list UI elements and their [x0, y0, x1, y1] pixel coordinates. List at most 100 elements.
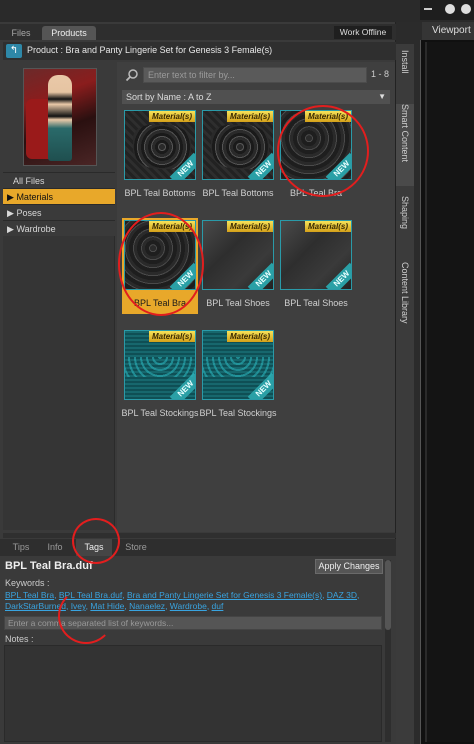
filter-input[interactable]	[143, 67, 367, 83]
new-badge: NEW	[247, 262, 273, 289]
tab-files[interactable]: Files	[4, 26, 38, 40]
tile-image: Material(s) NEW	[202, 110, 274, 180]
bottom-tabs: Tips Info Tags Store	[0, 539, 396, 556]
category-label: Poses	[16, 208, 42, 218]
file-name: BPL Teal Bra.duf	[5, 560, 93, 572]
tile-image: Material(s) NEW	[124, 220, 196, 290]
material-badge: Material(s)	[148, 221, 195, 232]
tile-label: BPL Teal Bottoms	[124, 188, 196, 198]
category-label: Wardrobe	[16, 224, 56, 234]
pane-splitter[interactable]	[3, 533, 396, 538]
side-tab-install[interactable]: Install	[396, 50, 414, 96]
sort-dropdown[interactable]: Sort by Name : A to Z ▼	[122, 90, 390, 104]
keyword-link[interactable]: Ivey	[71, 601, 86, 611]
tab-store[interactable]: Store	[118, 539, 154, 556]
keywords-list: BPL Teal Bra, BPL Teal Bra.duf, Bra and …	[5, 590, 360, 611]
tile-label: BPL Teal Shoes	[284, 298, 348, 308]
tile-image: Material(s) NEW	[124, 110, 196, 180]
content-tile[interactable]: Material(s) NEW BPL Teal Bottoms	[122, 108, 198, 204]
panel-tabs: Files Products Work Offline	[0, 24, 396, 40]
tab-tags[interactable]: Tags	[76, 539, 112, 556]
notes-field[interactable]	[4, 645, 382, 742]
content-tile-selected[interactable]: Material(s) NEW BPL Teal Bra	[122, 218, 198, 314]
material-badge: Material(s)	[148, 111, 195, 122]
tile-label: BPL Teal Bottoms	[202, 188, 274, 198]
keyword-link[interactable]: Wardrobe	[170, 601, 207, 611]
viewport[interactable]	[420, 40, 474, 744]
search-icon	[125, 69, 138, 82]
bottom-pane-scrollbar[interactable]	[385, 560, 391, 742]
content-tile[interactable]: Material(s) NEW BPL Teal Stockings	[199, 328, 277, 424]
toolbar-icons[interactable]	[420, 0, 474, 20]
tile-label: BPL Teal Bra	[289, 188, 343, 198]
content-tile[interactable]: Material(s) NEW BPL Teal Shoes	[278, 218, 354, 314]
keyword-link[interactable]: Nanaelez	[129, 601, 165, 611]
material-badge: Material(s)	[226, 111, 273, 122]
tile-label: BPL Teal Stockings	[199, 408, 277, 418]
keyword-link[interactable]: Bra and Panty Lingerie Set for Genesis 3…	[127, 590, 322, 600]
side-tabs: Install Smart Content Shaping Content Li…	[396, 44, 414, 744]
content-tile[interactable]: Material(s) NEW BPL Teal Stockings	[121, 328, 199, 424]
product-title: Product : Bra and Panty Lingerie Set for…	[27, 45, 273, 55]
new-badge: NEW	[325, 152, 351, 179]
new-badge: NEW	[169, 372, 195, 399]
keywords-label: Keywords :	[5, 578, 50, 588]
category-list-empty	[3, 236, 115, 530]
notes-label: Notes :	[5, 634, 34, 644]
keyword-input[interactable]: Enter a comma separated list of keywords…	[4, 616, 382, 630]
new-badge: NEW	[325, 262, 351, 289]
side-tab-shaping[interactable]: Shaping	[396, 196, 414, 246]
side-tab-label: Content Library	[400, 262, 410, 324]
expand-arrow-icon: ▶	[7, 192, 14, 202]
material-badge: Material(s)	[226, 221, 273, 232]
material-badge: Material(s)	[226, 331, 273, 342]
chevron-down-icon: ▼	[378, 92, 386, 101]
tile-label: BPL Teal Shoes	[206, 298, 270, 308]
tile-label: BPL Teal Stockings	[121, 408, 199, 418]
tile-image: Material(s) NEW	[202, 220, 274, 290]
tab-products[interactable]: Products	[42, 26, 96, 40]
apply-changes-button[interactable]: Apply Changes	[315, 559, 383, 574]
category-wardrobe[interactable]: ▶ Wardrobe	[3, 220, 115, 236]
tile-image: Material(s) NEW	[280, 220, 352, 290]
new-badge: NEW	[169, 262, 195, 289]
new-badge: NEW	[247, 372, 273, 399]
tab-tips[interactable]: Tips	[6, 539, 36, 556]
product-thumbnail[interactable]	[23, 68, 97, 166]
material-badge: Material(s)	[148, 331, 195, 342]
material-badge: Material(s)	[304, 111, 351, 122]
viewport-canvas[interactable]	[425, 42, 474, 742]
sort-label: Sort by Name : A to Z	[126, 92, 212, 102]
category-materials[interactable]: ▶ Materials	[3, 188, 115, 204]
content-grid-area: 1 - 8 Sort by Name : A to Z ▼ Material(s…	[117, 62, 395, 532]
keyword-link[interactable]: DarkStarBurned	[5, 601, 66, 611]
category-all-files[interactable]: All Files	[3, 172, 115, 188]
top-bar	[0, 0, 474, 22]
work-offline-button[interactable]: Work Offline	[334, 26, 392, 39]
side-tab-content-library[interactable]: Content Library	[396, 262, 414, 346]
product-thumbnail-area	[3, 62, 115, 172]
tile-image: Material(s) NEW	[280, 110, 352, 180]
category-poses[interactable]: ▶ Poses	[3, 204, 115, 220]
side-tab-label: Shaping	[400, 196, 410, 230]
side-tab-smart-content[interactable]: Smart Content	[396, 104, 414, 186]
back-arrow-icon[interactable]: ↰	[6, 44, 22, 58]
expand-arrow-icon: ▶	[7, 224, 14, 234]
product-bar: ↰ Product : Bra and Panty Lingerie Set f…	[3, 42, 396, 60]
tags-pane: BPL Teal Bra.duf Apply Changes Keywords …	[0, 556, 396, 744]
page-range: 1 - 8	[371, 69, 390, 79]
tile-label: BPL Teal Bra	[133, 298, 187, 308]
content-tile[interactable]: Material(s) NEW BPL Teal Bra	[278, 108, 354, 204]
keyword-link[interactable]: DAZ 3D	[327, 590, 357, 600]
tab-info[interactable]: Info	[40, 539, 70, 556]
tile-image: Material(s) NEW	[124, 330, 196, 400]
tab-viewport[interactable]: Viewport	[422, 22, 474, 40]
side-tab-label: Install	[400, 50, 410, 74]
keyword-link[interactable]: Mat Hide	[90, 601, 124, 611]
keyword-link[interactable]: duf	[212, 601, 224, 611]
keyword-link[interactable]: BPL Teal Bra.duf	[59, 590, 122, 600]
top-right-toolbar	[420, 0, 474, 20]
content-tile[interactable]: Material(s) NEW BPL Teal Shoes	[200, 218, 276, 314]
keyword-link[interactable]: BPL Teal Bra	[5, 590, 54, 600]
content-tile[interactable]: Material(s) NEW BPL Teal Bottoms	[200, 108, 276, 204]
